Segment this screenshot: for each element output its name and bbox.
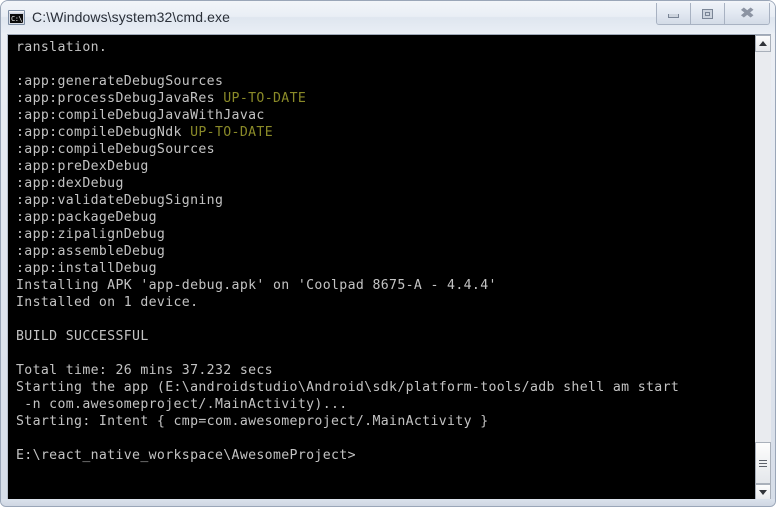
window-title: C:\Windows\system32\cmd.exe bbox=[32, 9, 230, 25]
scroll-up-button[interactable] bbox=[755, 35, 771, 52]
close-button[interactable]: ✖ bbox=[725, 3, 769, 24]
maximize-icon bbox=[702, 8, 713, 19]
console-line: E:\react_native_workspace\AwesomeProject… bbox=[16, 447, 754, 464]
console-line-text: Total time: 26 mins 37.232 secs bbox=[16, 363, 273, 378]
console-line-text: Installing APK 'app-debug.apk' on 'Coolp… bbox=[16, 278, 497, 293]
caption-button-group: ✖ bbox=[656, 3, 770, 25]
console-line-text: :app:preDexDebug bbox=[16, 159, 149, 174]
console-line: :app:compileDebugJavaWithJavac bbox=[16, 107, 754, 124]
console-line-text: :app:processDebugJavaRes bbox=[16, 91, 224, 106]
console-line: BUILD SUCCESSFUL bbox=[16, 328, 754, 345]
console-line-text: Starting the app (E:\androidstudio\Andro… bbox=[16, 380, 680, 395]
console-line: -n com.awesomeproject/.MainActivity)... bbox=[16, 396, 754, 413]
console-line: ranslation. bbox=[16, 39, 754, 56]
console-line: :app:preDexDebug bbox=[16, 158, 754, 175]
console-line-text bbox=[16, 431, 24, 446]
console-line-text: :app:validateDebugSigning bbox=[16, 193, 224, 208]
console-line bbox=[16, 430, 754, 447]
console-client-area: ranslation. :app:generateDebugSources:ap… bbox=[7, 34, 771, 501]
task-status-badge: UP-TO-DATE bbox=[190, 125, 273, 140]
console-line-text: :app:compileDebugJavaWithJavac bbox=[16, 108, 265, 123]
console-line-text: Starting: Intent { cmp=com.awesomeprojec… bbox=[16, 414, 489, 429]
scrollbar-thumb[interactable] bbox=[755, 442, 771, 484]
console-line-text: ranslation. bbox=[16, 40, 108, 55]
console-line: Installing APK 'app-debug.apk' on 'Coolp… bbox=[16, 277, 754, 294]
console-line bbox=[16, 345, 754, 362]
minimize-icon bbox=[668, 13, 679, 18]
console-line: :app:installDebug bbox=[16, 260, 754, 277]
console-line: :app:assembleDebug bbox=[16, 243, 754, 260]
console-line-text bbox=[16, 57, 24, 72]
console-line-text bbox=[16, 312, 24, 327]
cmd-window: C:\_ C:\Windows\system32\cmd.exe ✖ ransl… bbox=[0, 0, 776, 507]
console-line: Starting: Intent { cmp=com.awesomeprojec… bbox=[16, 413, 754, 430]
console-line: Total time: 26 mins 37.232 secs bbox=[16, 362, 754, 379]
console-line-text bbox=[16, 346, 24, 361]
console-line: :app:processDebugJavaRes UP-TO-DATE bbox=[16, 90, 754, 107]
cmd-console-icon: C:\_ bbox=[8, 9, 25, 25]
console-line: :app:generateDebugSources bbox=[16, 73, 754, 90]
console-line-text: :app:zipalignDebug bbox=[16, 227, 166, 242]
console-line bbox=[16, 311, 754, 328]
console-line-text: :app:installDebug bbox=[16, 261, 157, 276]
console-line: :app:dexDebug bbox=[16, 175, 754, 192]
console-line-text: E:\react_native_workspace\AwesomeProject… bbox=[16, 448, 356, 463]
maximize-button[interactable] bbox=[691, 3, 725, 24]
console-line: :app:validateDebugSigning bbox=[16, 192, 754, 209]
console-line-text: :app:compileDebugSources bbox=[16, 142, 215, 157]
console-scrollbar[interactable] bbox=[754, 35, 771, 501]
console-line-text: Installed on 1 device. bbox=[16, 295, 199, 310]
task-status-badge: UP-TO-DATE bbox=[223, 91, 307, 106]
close-icon: ✖ bbox=[739, 4, 755, 22]
console-line-text: -n com.awesomeproject/.MainActivity)... bbox=[16, 397, 348, 412]
console-output[interactable]: ranslation. :app:generateDebugSources:ap… bbox=[8, 35, 754, 501]
console-line bbox=[16, 56, 754, 73]
console-line: Starting the app (E:\androidstudio\Andro… bbox=[16, 379, 754, 396]
scrollbar-grip-icon bbox=[759, 459, 767, 467]
console-line: :app:compileDebugSources bbox=[16, 141, 754, 158]
window-bottom-frame bbox=[1, 499, 775, 506]
console-line: :app:zipalignDebug bbox=[16, 226, 754, 243]
scroll-up-arrow-icon bbox=[759, 41, 767, 46]
scroll-down-arrow-icon bbox=[759, 490, 767, 495]
console-line-text: :app:packageDebug bbox=[16, 210, 157, 225]
minimize-button[interactable] bbox=[657, 3, 691, 24]
cmd-icon-screen-text: C:\_ bbox=[10, 13, 23, 23]
console-line-text: :app:assembleDebug bbox=[16, 244, 166, 259]
console-line-text: BUILD SUCCESSFUL bbox=[16, 329, 149, 344]
scrollbar-track[interactable] bbox=[755, 52, 771, 484]
console-line-text: :app:dexDebug bbox=[16, 176, 124, 191]
console-line: :app:compileDebugNdk UP-TO-DATE bbox=[16, 124, 754, 141]
console-line-text: :app:compileDebugNdk bbox=[16, 125, 191, 140]
console-line: :app:packageDebug bbox=[16, 209, 754, 226]
console-line-text: :app:generateDebugSources bbox=[16, 74, 224, 89]
console-line: Installed on 1 device. bbox=[16, 294, 754, 311]
